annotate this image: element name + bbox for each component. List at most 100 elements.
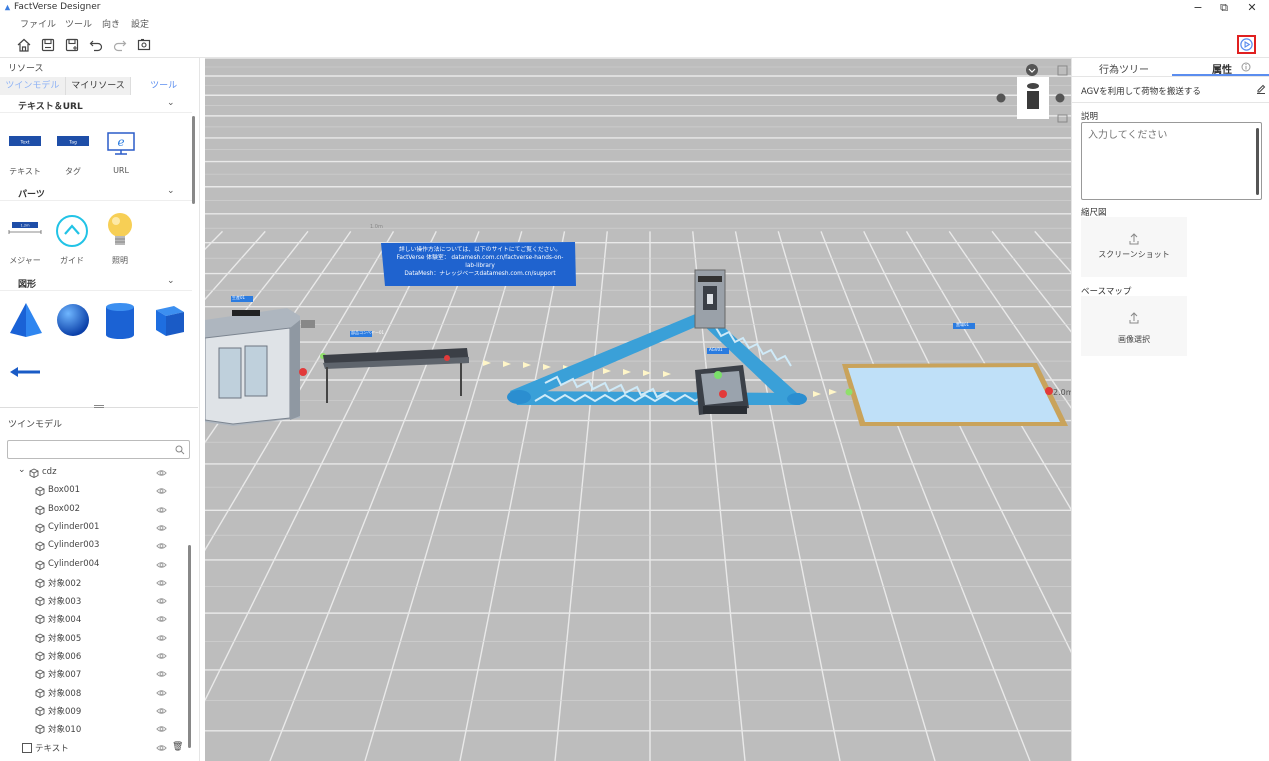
visibility-eye-icon[interactable] xyxy=(156,743,167,753)
twin-model-title: ツインモデル xyxy=(8,420,63,430)
resource-measure[interactable]: 1.2m メジャー xyxy=(8,221,42,271)
tree-item[interactable]: 対象005 xyxy=(0,629,196,647)
visibility-eye-icon[interactable] xyxy=(156,541,167,551)
play-icon xyxy=(1240,38,1253,51)
visibility-eye-icon[interactable] xyxy=(156,468,167,478)
screenshot-upload-box[interactable]: スクリーンショット xyxy=(1081,217,1187,277)
left-panel: リソース ツインモデル マイリソース ツール テキスト＆URL ⌄ Text テ… xyxy=(0,58,200,761)
tree-item-label: 対象002 xyxy=(48,578,82,589)
scene-viewport[interactable]: 詳しい操作方法については、以下のサイトにてご覧ください。 FactVerse 体… xyxy=(205,58,1071,761)
restore-button[interactable]: ⧉ xyxy=(1211,1,1237,15)
text-thumbnail-label: Text xyxy=(19,140,29,146)
tree-item[interactable]: 対象004 xyxy=(0,610,196,628)
textarea-scrollbar[interactable] xyxy=(1256,128,1259,195)
twin-model-search[interactable] xyxy=(7,440,190,459)
screenshot-icon[interactable] xyxy=(136,37,152,53)
arrow-shape-icon[interactable] xyxy=(8,363,42,381)
visibility-eye-icon[interactable] xyxy=(156,523,167,533)
menu-file[interactable]: ファイル xyxy=(20,17,56,30)
tree-item[interactable]: 対象010 xyxy=(0,720,196,738)
visibility-eye-icon[interactable] xyxy=(156,486,167,496)
tree-scrollbar[interactable] xyxy=(188,545,191,748)
resource-label: ガイド xyxy=(60,256,84,265)
edit-icon[interactable] xyxy=(1256,84,1266,94)
search-icon[interactable] xyxy=(175,445,185,455)
tree-item-label: Box002 xyxy=(48,503,81,514)
tree-item[interactable]: 対象003 xyxy=(0,592,196,610)
menu-tools[interactable]: ツール xyxy=(65,17,92,30)
search-input[interactable] xyxy=(12,441,172,457)
info-line: DataMesh：ナレッジベースdatamesh.com.cn/support xyxy=(404,271,556,277)
tree-item[interactable]: Cylinder004 xyxy=(0,556,196,574)
tree-item-label: 対象009 xyxy=(48,706,82,717)
model-cube-icon xyxy=(35,505,45,515)
tree-item-root[interactable]: ⌄ cdz xyxy=(0,464,196,482)
tree-item[interactable]: Box001 xyxy=(0,482,196,500)
model-cube-icon xyxy=(35,724,45,735)
save-as-icon[interactable] xyxy=(64,37,80,53)
minimize-button[interactable]: − xyxy=(1185,1,1211,15)
tree-item[interactable]: 対象007 xyxy=(0,665,196,683)
tree-item[interactable]: 対象009 xyxy=(0,702,196,720)
home-icon[interactable] xyxy=(16,37,32,53)
sphere-shape-icon[interactable] xyxy=(56,303,90,337)
undo-icon[interactable] xyxy=(88,37,104,53)
visibility-eye-icon[interactable] xyxy=(156,688,167,698)
resource-guide[interactable]: ガイド xyxy=(55,214,89,265)
cylinder-shape-icon[interactable] xyxy=(104,302,136,340)
resources-scrollbar[interactable] xyxy=(192,116,195,204)
visibility-eye-icon[interactable] xyxy=(156,578,167,588)
visibility-eye-icon[interactable] xyxy=(156,706,167,716)
tree-item[interactable]: 対象006 xyxy=(0,647,196,665)
charging-station[interactable] xyxy=(694,269,726,329)
visibility-eye-icon[interactable] xyxy=(156,596,167,606)
tree-item[interactable]: 対象008 xyxy=(0,684,196,702)
info-panel-text: 詳しい操作方法については、以下のサイトにてご覧ください。 FactVerse 体… xyxy=(387,246,573,278)
tab-behavior-tree[interactable]: 行為ツリー xyxy=(1099,61,1149,76)
visibility-eye-icon[interactable] xyxy=(156,669,167,679)
resource-url[interactable]: e URL xyxy=(104,132,138,182)
model-cube-icon xyxy=(35,523,45,533)
tab-my-resources[interactable]: マイリソース xyxy=(64,77,132,95)
basemap-upload-box[interactable]: 画像選択 xyxy=(1081,296,1187,356)
visibility-eye-icon[interactable] xyxy=(156,633,167,643)
tree-item[interactable]: Cylinder001 xyxy=(0,519,196,537)
cube-shape-icon[interactable] xyxy=(152,302,186,338)
scene-canvas[interactable] xyxy=(205,58,1071,761)
tree-item[interactable]: Cylinder003 xyxy=(0,537,196,555)
visibility-eye-icon[interactable] xyxy=(156,614,167,624)
visibility-eye-icon[interactable] xyxy=(156,651,167,661)
category-parts[interactable]: パーツ ⌄ xyxy=(0,185,192,201)
expand-chevron-icon[interactable]: ⌄ xyxy=(18,465,26,475)
resource-text[interactable]: Text テキスト xyxy=(8,136,42,186)
tree-item[interactable]: Box002 xyxy=(0,501,196,519)
menu-settings[interactable]: 設定 xyxy=(131,17,149,30)
play-button[interactable] xyxy=(1237,35,1256,54)
menu-orientation[interactable]: 向き xyxy=(102,17,120,30)
tree-item-text[interactable]: テキスト 🗑 xyxy=(0,739,196,757)
model-cube-icon xyxy=(35,633,45,643)
tree-item[interactable]: 対象002 xyxy=(0,574,196,592)
category-label: 図形 xyxy=(18,280,37,290)
resize-handle[interactable] xyxy=(94,405,104,408)
tab-tools[interactable]: ツール xyxy=(131,77,197,95)
description-textarea[interactable] xyxy=(1081,122,1262,200)
visibility-eye-icon[interactable] xyxy=(156,505,167,515)
redo-icon[interactable] xyxy=(112,37,128,53)
visibility-eye-icon[interactable] xyxy=(156,724,167,734)
category-shapes[interactable]: 図形 ⌄ xyxy=(0,275,192,291)
pyramid-shape-icon[interactable] xyxy=(8,301,44,339)
resources-title: リソース xyxy=(8,64,44,74)
close-button[interactable]: ✕ xyxy=(1239,1,1265,15)
resource-light[interactable]: 照明 xyxy=(103,211,137,265)
visibility-eye-icon[interactable] xyxy=(156,560,167,570)
delete-icon[interactable]: 🗑 xyxy=(172,742,183,752)
tree-item-label: 対象005 xyxy=(48,633,82,644)
info-icon[interactable] xyxy=(1241,62,1251,72)
save-icon[interactable] xyxy=(40,37,56,53)
category-text-url[interactable]: テキスト＆URL ⌄ xyxy=(0,97,192,113)
area-label: 置場01 xyxy=(956,322,970,327)
chevron-down-icon: ⌄ xyxy=(167,276,175,286)
tab-twin-model[interactable]: ツインモデル xyxy=(0,77,65,95)
resource-tag[interactable]: Tag タグ xyxy=(56,136,90,186)
